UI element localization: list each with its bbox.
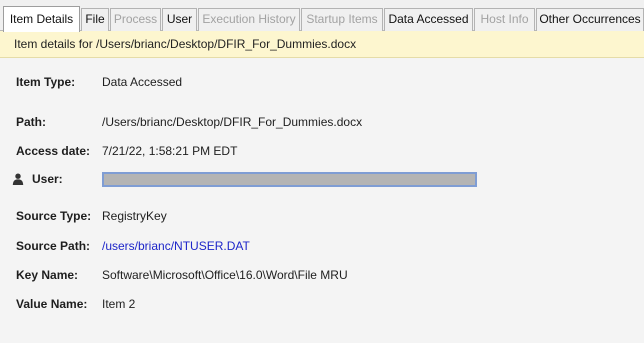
path-label: Path:: [16, 115, 46, 129]
tab-other-occurrences[interactable]: Other Occurrences: [536, 8, 644, 31]
source-type-label: Source Type:: [16, 209, 92, 223]
tab-host-info[interactable]: Host Info: [474, 8, 535, 31]
source-path-label: Source Path:: [16, 239, 91, 253]
item-type-label: Item Type:: [16, 75, 76, 89]
tab-data-accessed[interactable]: Data Accessed: [384, 8, 473, 31]
tab-file[interactable]: File: [81, 8, 109, 31]
key-name-label: Key Name:: [16, 268, 79, 282]
tab-startup-items[interactable]: Startup Items: [301, 8, 383, 31]
user-label: User:: [32, 172, 63, 186]
user-value-redacted[interactable]: [102, 172, 477, 187]
item-type-value: Data Accessed: [102, 75, 183, 89]
value-name-value: Item 2: [102, 297, 136, 311]
value-name-label: Value Name:: [16, 297, 88, 311]
path-value: /Users/brianc/Desktop/DFIR_For_Dummies.d…: [102, 115, 363, 129]
source-type-value: RegistryKey: [102, 209, 167, 223]
key-name-value: Software\Microsoft\Office\16.0\Word\File…: [102, 268, 348, 282]
source-path-link[interactable]: /users/brianc/NTUSER.DAT: [102, 239, 250, 253]
tab-item-details[interactable]: Item Details: [3, 6, 80, 32]
access-date-value: 7/21/22, 1:58:21 PM EDT: [102, 144, 238, 158]
access-date-label: Access date:: [16, 144, 91, 158]
tab-process[interactable]: Process: [110, 8, 161, 31]
item-details-panel: Item Type: Data Accessed Path: /Users/br…: [0, 58, 644, 343]
tab-bar: Item Details File Process User Execution…: [0, 0, 644, 32]
tab-user[interactable]: User: [162, 8, 197, 31]
tab-execution-history[interactable]: Execution History: [198, 8, 300, 31]
item-details-banner: Item details for /Users/brianc/Desktop/D…: [0, 31, 644, 58]
user-icon: [12, 173, 24, 185]
